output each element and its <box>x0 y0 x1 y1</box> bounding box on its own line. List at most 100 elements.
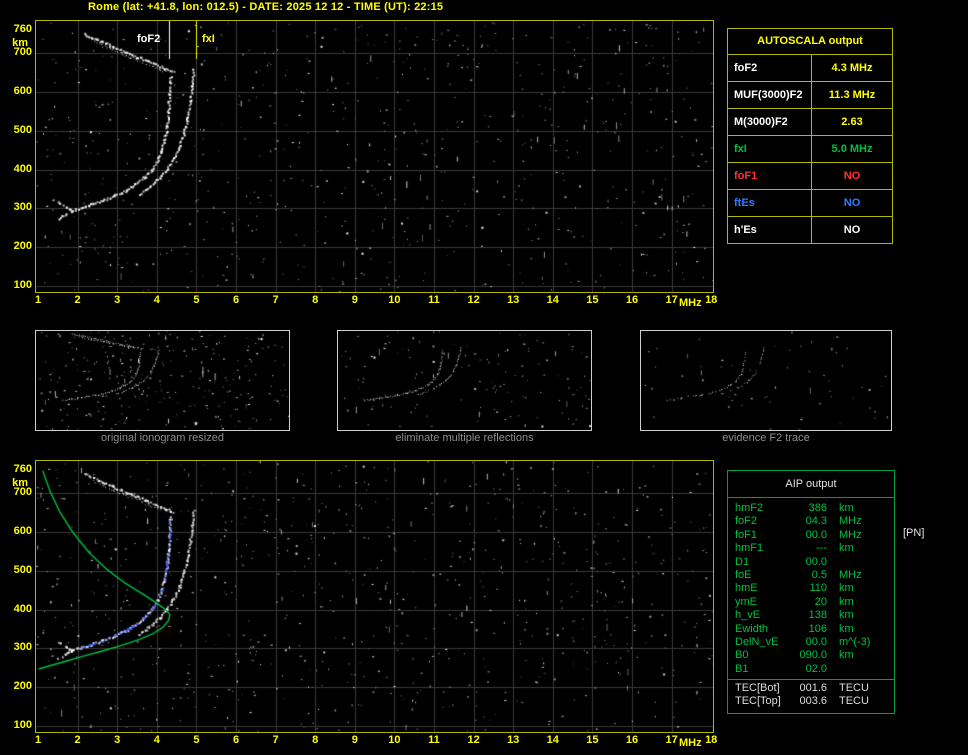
ionogram-plot-bottom <box>35 460 714 733</box>
aip-value: 20 <box>814 595 827 608</box>
aip-param: ymE <box>735 595 757 608</box>
aip-row: D1 00.0 <box>728 556 894 569</box>
aip-value: 00.0 <box>805 528 827 541</box>
ionogram-plot-top: foF2 fxI <box>35 20 714 293</box>
thumbnail-original-canvas <box>36 331 289 430</box>
aip-param: hmE <box>735 582 758 595</box>
x-tick-label-bottom: 15 <box>586 734 599 746</box>
autoscala-row: ftEs NO <box>728 190 892 217</box>
y-tick-label-bottom: 200 <box>13 680 32 693</box>
aip-unit: km <box>839 502 854 514</box>
autoscala-value: 2.63 <box>841 116 863 128</box>
aip-row: B1 02.0 <box>728 663 894 676</box>
x-tick-label-bottom: 5 <box>193 734 200 746</box>
autoscala-value: 4.3 MHz <box>831 62 873 74</box>
y-tick-label-top: 200 <box>13 240 32 253</box>
autoscala-row: foF2 4.3 MHz <box>728 55 892 82</box>
pn-note-label: [PN] <box>903 527 925 539</box>
y-tick-label-top: 100 <box>13 279 32 291</box>
y-tick-label-bottom: 500 <box>13 563 32 576</box>
x-tick-label-top: 10 <box>388 294 401 306</box>
x-tick-label-bottom: 8 <box>312 734 319 746</box>
aip-row: TEC[Top] 003.6 TECU <box>728 695 894 708</box>
autoscala-param: ftEs <box>728 190 812 216</box>
thumbnail-original-ionogram <box>35 330 290 431</box>
aip-unit <box>827 556 839 569</box>
aip-param: hmF1 <box>735 542 764 555</box>
y-tick-label-top: 400 <box>13 162 32 175</box>
ionogram-top-canvas <box>36 21 713 292</box>
x-tick-label-bottom: 10 <box>388 734 401 746</box>
aip-table-header: AIP output <box>728 471 894 498</box>
x-tick-label-top: 9 <box>351 294 358 306</box>
autoscala-value: 11.3 MHz <box>828 89 876 101</box>
autoscala-param: M(3000)F2 <box>728 109 812 135</box>
aip-value: --- <box>816 542 827 555</box>
x-tick-label-bottom: 3 <box>114 734 121 746</box>
autoscala-row: fxI 5.0 MHz <box>728 136 892 163</box>
aip-row: foE 0.5 MHz <box>728 569 894 582</box>
x-tick-label-bottom: 9 <box>351 734 358 746</box>
autoscala-value: 5.0 MHz <box>831 143 873 155</box>
aip-param: foF1 <box>735 528 758 541</box>
autoscala-value: NO <box>843 197 861 209</box>
aip-param: h_vE <box>735 609 761 622</box>
y-tick-label-top: 300 <box>13 201 32 214</box>
autoscala-param: MUF(3000)F2 <box>728 82 812 108</box>
x-tick-label-top: 18 <box>705 294 718 306</box>
aip-param: B0 <box>735 649 749 662</box>
aip-param: DelN_vE <box>735 635 779 648</box>
y-axis-unit-bottom: km <box>12 477 28 489</box>
autoscala-row: foF1 NO <box>728 163 892 190</box>
aip-value: 001.6 <box>799 682 827 695</box>
aip-param: foE <box>735 568 752 581</box>
aip-param: TEC[Bot] <box>735 682 780 695</box>
aip-unit <box>827 663 839 676</box>
autoscala-output-table: AUTOSCALA output foF2 4.3 MHz MUF(3000)F2 1… <box>727 28 893 244</box>
caption-f2-trace: evidence F2 trace <box>722 432 810 444</box>
fof2-marker-label: foF2 <box>137 33 161 45</box>
aip-value: 02.0 <box>805 662 827 675</box>
aip-value: 110 <box>809 582 827 595</box>
station-title: Rome (lat: +41.8, lon: 012.5) - DATE: 20… <box>88 1 444 13</box>
thumbnail-f2-trace <box>640 330 892 431</box>
x-tick-label-top: 6 <box>232 294 240 306</box>
aip-row: hmF2 386 km <box>728 502 894 515</box>
aip-unit: MHz <box>839 528 862 541</box>
aip-unit: MHz <box>839 515 862 528</box>
x-tick-label-top: 2 <box>74 294 81 306</box>
x-tick-label-top: 7 <box>272 294 279 306</box>
x-tick-label-bottom: 6 <box>232 734 240 746</box>
aip-value: 090.0 <box>799 649 827 662</box>
x-tick-label-top: 15 <box>586 294 599 306</box>
aip-value: 106 <box>808 622 827 635</box>
aip-row: foF2 04.3 MHz <box>728 515 894 528</box>
x-tick-label-top: 13 <box>507 294 520 306</box>
fxi-marker-label: fxI <box>202 33 215 45</box>
aip-separator <box>728 679 894 681</box>
aip-row: h_vE 138 km <box>728 609 894 622</box>
aip-param: B1 <box>735 662 749 675</box>
x-tick-label-bottom: 7 <box>272 734 279 746</box>
ionogram-bottom-canvas <box>36 461 713 732</box>
x-tick-label-bottom: 12 <box>467 734 480 746</box>
x-tick-label-top: 14 <box>546 294 559 306</box>
aip-value: 0.5 <box>811 568 827 581</box>
x-tick-label-top: 11 <box>428 294 440 306</box>
y-tick-label-bottom: 100 <box>13 719 32 731</box>
aip-param: D1 <box>735 555 750 568</box>
x-axis-unit-top: MHz <box>679 297 702 309</box>
autoscala-table-header: AUTOSCALA output <box>728 29 892 55</box>
aip-param: hmF2 <box>735 502 764 514</box>
aip-row: foF1 00.0 MHz <box>728 529 894 542</box>
aip-param: TEC[Top] <box>735 695 781 708</box>
aip-row: ymE 20 km <box>728 596 894 609</box>
aip-value: 00.0 <box>805 555 827 568</box>
y-tick-label-top: 600 <box>13 85 32 97</box>
aip-row: Ewidth 106 km <box>728 623 894 636</box>
aip-unit: km <box>839 609 854 622</box>
x-tick-label-bottom: 18 <box>705 734 718 746</box>
aip-output-table: AIP output hmF2 386 km foF2 04.3 MHz foF1 00.0 M… <box>727 470 895 714</box>
y-tick-label-top: 500 <box>13 123 32 136</box>
x-tick-label-top: 16 <box>625 294 639 306</box>
